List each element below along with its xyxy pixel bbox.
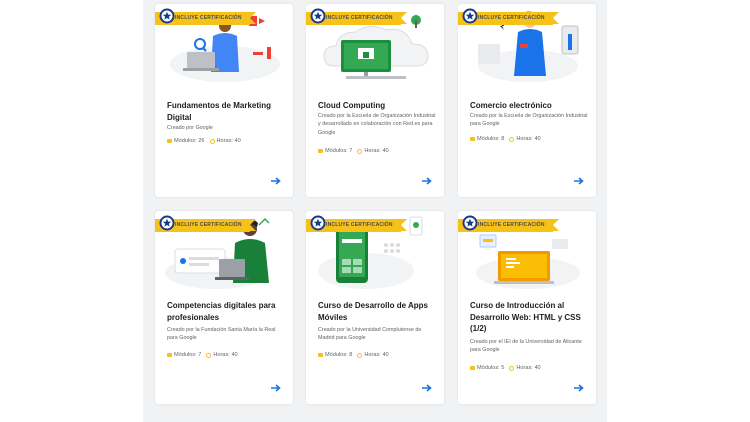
course-description: Creado por la Escuela de Organización In…: [470, 113, 588, 128]
hours-count: 40: [234, 138, 241, 144]
course-meta: Módulos: 8 Horas: 40: [318, 352, 389, 358]
course-card-mobile-apps[interactable]: INCLUYE CERTIFICACIÓN Curso de Desarroll…: [306, 211, 444, 404]
modules-label: Módulos:: [325, 352, 348, 358]
certification-badge-icon: [310, 215, 326, 231]
hours-count: 40: [534, 365, 541, 371]
course-description: Creado por Google: [167, 125, 213, 131]
course-description: Creado por la Fundación Santa María la R…: [167, 327, 276, 342]
arrow-right-icon[interactable]: [574, 384, 584, 392]
course-meta: Módulos: 5 Horas: 40: [470, 365, 541, 371]
modules-label: Módulos:: [174, 352, 197, 358]
course-meta: Módulos: 8 Horas: 40: [470, 136, 541, 142]
arrow-right-icon[interactable]: [422, 177, 432, 185]
modules-icon: [318, 353, 323, 357]
modules-icon: [470, 366, 475, 370]
hours-label: Horas:: [213, 352, 230, 358]
course-grid: INCLUYE CERTIFICACIÓN Fundamentos de Mar…: [143, 0, 607, 422]
certification-badge-icon: [310, 8, 326, 24]
hours-label: Horas:: [364, 352, 381, 358]
arrow-right-icon[interactable]: [574, 177, 584, 185]
certification-badge-icon: [159, 8, 175, 24]
clock-icon: [509, 136, 515, 142]
hours-count: 40: [382, 148, 389, 154]
arrow-right-icon[interactable]: [271, 177, 281, 185]
course-description: Creado por la Universidad Complutense de…: [318, 327, 422, 342]
course-card-web-dev[interactable]: INCLUYE CERTIFICACIÓN Curso de Introducc…: [458, 211, 596, 404]
certification-badge-icon: [462, 215, 478, 231]
hours-label: Horas:: [516, 136, 533, 142]
hours-count: 40: [534, 136, 541, 142]
hours-count: 40: [382, 352, 389, 358]
clock-icon: [357, 148, 363, 154]
clock-icon: [509, 365, 515, 371]
course-card-marketing[interactable]: INCLUYE CERTIFICACIÓN Fundamentos de Mar…: [155, 4, 293, 197]
modules-icon: [167, 353, 172, 357]
modules-count: 8: [501, 136, 505, 142]
hours-count: 40: [231, 352, 238, 358]
modules-count: 5: [501, 365, 505, 371]
clock-icon: [209, 138, 215, 144]
modules-count: 7: [349, 148, 353, 154]
modules-count: 7: [198, 352, 202, 358]
course-title[interactable]: Competencias digitales para profesionale…: [167, 300, 285, 323]
modules-count: 26: [198, 138, 205, 144]
course-card-cloud[interactable]: INCLUYE CERTIFICACIÓN Cloud Computing Cr…: [306, 4, 444, 197]
course-card-digital-skills[interactable]: INCLUYE CERTIFICACIÓN Competencias digit…: [155, 211, 293, 404]
arrow-right-icon[interactable]: [422, 384, 432, 392]
hours-label: Horas:: [516, 365, 533, 371]
course-card-ecommerce[interactable]: INCLUYE CERTIFICACIÓN Comercio electróni…: [458, 4, 596, 197]
hours-label: Horas:: [364, 148, 381, 154]
modules-label: Módulos:: [477, 365, 500, 371]
modules-count: 8: [349, 352, 353, 358]
course-title[interactable]: Fundamentos de Marketing Digital: [167, 100, 285, 123]
clock-icon: [206, 352, 212, 358]
course-title[interactable]: Curso de Desarrollo de Apps Móviles: [318, 300, 436, 323]
hours-label: Horas:: [216, 138, 233, 144]
course-title[interactable]: Curso de Introducción al Desarrollo Web:…: [470, 300, 588, 335]
course-description: Creado por la Escuela de Organización In…: [318, 113, 436, 136]
clock-icon: [357, 352, 363, 358]
modules-label: Módulos:: [325, 148, 348, 154]
modules-icon: [318, 149, 323, 153]
certification-badge-icon: [462, 8, 478, 24]
arrow-right-icon[interactable]: [271, 384, 281, 392]
course-title[interactable]: Comercio electrónico: [470, 100, 588, 112]
modules-label: Módulos:: [174, 138, 197, 144]
course-meta: Módulos: 26 Horas: 40: [167, 138, 241, 144]
course-description: Creado por el IEI de la Universidad de A…: [470, 339, 582, 354]
modules-icon: [470, 137, 475, 141]
certification-badge-icon: [159, 215, 175, 231]
course-meta: Módulos: 7 Horas: 40: [167, 352, 238, 358]
modules-icon: [167, 139, 172, 143]
modules-label: Módulos:: [477, 136, 500, 142]
course-title[interactable]: Cloud Computing: [318, 100, 436, 112]
course-meta: Módulos: 7 Horas: 40: [318, 148, 389, 154]
